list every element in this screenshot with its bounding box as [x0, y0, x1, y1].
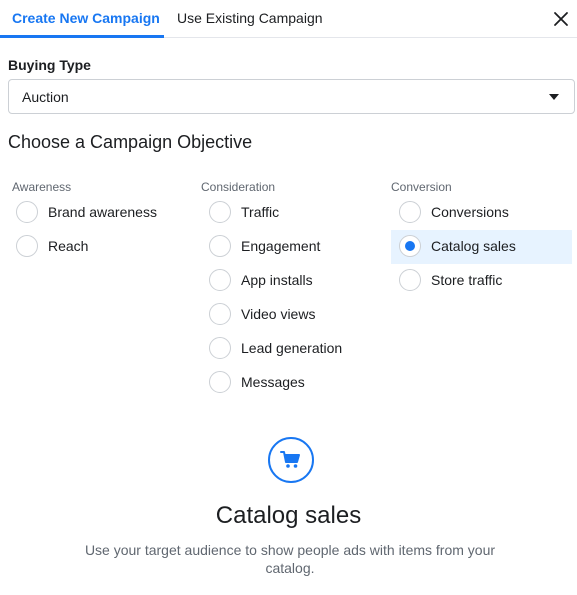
objective-label: App installs — [241, 272, 313, 288]
awareness-column: Awareness Brand awareness Reach — [12, 178, 187, 264]
objective-traffic[interactable]: Traffic — [201, 196, 381, 230]
caret-down-icon — [549, 94, 559, 100]
objective-app-installs[interactable]: App installs — [201, 264, 381, 298]
objective-label: Engagement — [241, 238, 321, 254]
objective-label: Lead generation — [241, 340, 343, 356]
radio-button[interactable] — [209, 303, 231, 325]
buying-type-select[interactable]: Auction — [8, 79, 575, 114]
objective-conversions[interactable]: Conversions — [391, 196, 572, 230]
objective-lead-generation[interactable]: Lead generation — [201, 332, 381, 366]
radio-button-checked[interactable] — [399, 235, 421, 257]
radio-button[interactable] — [209, 371, 231, 393]
tab-create-new-campaign[interactable]: Create New Campaign — [0, 0, 164, 38]
radio-button[interactable] — [16, 201, 38, 223]
close-icon[interactable] — [551, 9, 571, 29]
buying-type-label: Buying Type — [8, 57, 91, 73]
objective-label: Reach — [48, 238, 89, 254]
consideration-heading: Consideration — [201, 180, 276, 194]
objective-label: Brand awareness — [48, 204, 157, 220]
conversion-column: Conversion Conversions Catalog sales Sto… — [391, 178, 572, 298]
radio-button[interactable] — [16, 235, 38, 257]
radio-button[interactable] — [209, 269, 231, 291]
objective-detail-title: Catalog sales — [215, 502, 362, 529]
radio-button[interactable] — [209, 337, 231, 359]
objective-store-traffic[interactable]: Store traffic — [391, 264, 572, 298]
conversion-heading: Conversion — [391, 180, 452, 194]
awareness-heading: Awareness — [12, 180, 72, 194]
objective-video-views[interactable]: Video views — [201, 298, 381, 332]
tab-bar: Create New Campaign Use Existing Campaig… — [0, 0, 577, 38]
objective-engagement[interactable]: Engagement — [201, 230, 381, 264]
radio-button[interactable] — [399, 269, 421, 291]
radio-button[interactable] — [399, 201, 421, 223]
objective-heading: Choose a Campaign Objective — [8, 132, 253, 152]
buying-type-value: Auction — [22, 89, 69, 105]
objective-label: Video views — [241, 306, 316, 322]
shopping-cart-icon — [268, 437, 314, 483]
objective-brand-awareness[interactable]: Brand awareness — [8, 196, 187, 230]
objective-detail-description: Use your target audience to show people … — [84, 542, 496, 576]
radio-button[interactable] — [209, 235, 231, 257]
radio-button[interactable] — [209, 201, 231, 223]
objective-label: Conversions — [431, 204, 509, 220]
consideration-column: Consideration Traffic Engagement App ins… — [201, 178, 381, 400]
tab-use-existing-campaign[interactable]: Use Existing Campaign — [177, 0, 323, 38]
objective-label: Traffic — [241, 204, 280, 220]
objective-label: Catalog sales — [431, 238, 516, 254]
objective-reach[interactable]: Reach — [8, 230, 187, 264]
objective-messages[interactable]: Messages — [201, 366, 381, 400]
objective-catalog-sales[interactable]: Catalog sales — [391, 230, 572, 264]
objective-label: Messages — [241, 374, 305, 390]
objective-label: Store traffic — [431, 272, 503, 288]
